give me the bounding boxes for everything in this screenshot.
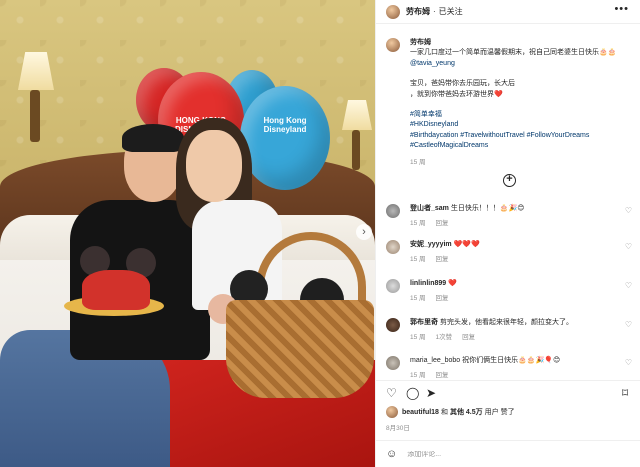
likes-suffix: 用户 赞了	[484, 409, 515, 416]
hashtag-link[interactable]: #TravelwithoutTravel	[460, 132, 524, 139]
chevron-right-icon[interactable]: ›	[356, 224, 372, 240]
avatar[interactable]	[386, 279, 400, 293]
post-caption: 劳布姆 一家几口度过一个简单而温馨假期末，祝自己同老婆生日快乐🎂🎂 @tavia…	[386, 38, 636, 168]
comment-text: 剪完头发，他看起来很年轻，颜拉变大了。	[439, 319, 573, 326]
comment-username[interactable]: maria_lee_bobo	[410, 357, 460, 364]
balloon-blue: Hong Kong Disneyland	[240, 86, 330, 190]
follow-status-button[interactable]: 已关注	[439, 6, 463, 17]
heart-icon[interactable]: ♡	[625, 358, 632, 367]
comment-item: 安妮_yyyyim ❤️❤️❤️ 15 周 回复 ♡	[386, 240, 636, 265]
comment-text: ❤️❤️❤️	[453, 241, 480, 248]
likes-and: 和	[440, 409, 448, 416]
hashtag-link[interactable]: #CastleofMagicalDreams	[410, 142, 488, 149]
caption-line1: 一家几口度过一个简单而温馨假期末，祝自己同老婆生日快乐🎂🎂	[410, 49, 617, 57]
heart-icon[interactable]: ♡	[625, 281, 632, 290]
likes-others[interactable]: 其他 4.5万	[450, 407, 483, 417]
comment-time: 15 周	[410, 334, 426, 341]
reply-button[interactable]: 回复	[436, 220, 449, 227]
comment-time: 15 周	[410, 220, 426, 227]
likes-summary: beautiful18 和 其他 4.5万 用户 赞了	[386, 406, 515, 418]
heart-icon[interactable]: ♡	[625, 320, 632, 329]
comment-time: 15 周	[410, 295, 426, 302]
mickey-cake	[82, 270, 150, 310]
reply-button[interactable]: 回复	[436, 295, 449, 302]
plus-circle-icon[interactable]: +	[503, 174, 516, 187]
post-side-panel: 劳布姆 · 已关注 ••• 劳布姆 一家几口度过一个简单而温馨假期末，祝自己同老…	[375, 0, 640, 467]
comment-time: 15 周	[410, 372, 426, 379]
comment-like-count[interactable]: 1次赞	[436, 334, 453, 341]
comment-text: ❤️	[448, 280, 457, 287]
caption-username[interactable]: 劳布姆	[410, 39, 431, 46]
heart-icon[interactable]: ♡	[386, 387, 397, 399]
reply-button[interactable]: 回复	[436, 256, 449, 263]
hashtag-link[interactable]: #HKDisneyland	[410, 121, 458, 128]
comment-item: linlinlin899 ❤️ 15 周 回复 ♡	[386, 279, 636, 304]
comment-item: 登山者_sam 生日快乐！！！🎂🎉😊 15 周 回复 ♡	[386, 204, 636, 229]
wall-lamp-left	[14, 52, 58, 142]
comment-time: 15 周	[410, 256, 426, 263]
comment-icon[interactable]: ◯	[406, 387, 419, 399]
comment-input[interactable]	[407, 450, 608, 458]
share-icon[interactable]: ➤	[426, 387, 436, 399]
caption-line3: ，就到你带爸妈去环游世界❤️	[410, 90, 503, 98]
bookmark-icon[interactable]: ⌑	[622, 387, 628, 399]
hashtag-link[interactable]: #Birthdaycation	[410, 132, 458, 139]
comment-item: 郭布里奇 剪完头发，他看起来很年轻，颜拉变大了。 15 周 1次赞 回复 ♡	[386, 318, 636, 343]
mention-link[interactable]: @tavia_yeung	[410, 60, 455, 67]
hashtag-link[interactable]: #简单幸福	[410, 111, 442, 118]
avatar[interactable]	[386, 38, 400, 52]
post-header: 劳布姆 · 已关注 •••	[376, 0, 640, 24]
smile-icon[interactable]: ☺	[386, 448, 397, 460]
comment-text: 祝你们俩生日快乐🎂🎂🎉🎈😊	[462, 357, 561, 364]
balloon-text-blue: Hong Kong Disneyland	[263, 116, 307, 134]
wall-lamp-right	[340, 100, 375, 170]
avatar[interactable]	[386, 4, 400, 19]
comment-username[interactable]: 郭布里奇	[410, 319, 438, 326]
comment-text: 生日快乐！！！🎂🎉😊	[450, 205, 525, 212]
more-horizontal-icon[interactable]: •••	[614, 3, 629, 15]
reply-button[interactable]: 回复	[462, 334, 475, 341]
comment-username[interactable]: 安妮_yyyyim	[410, 241, 452, 248]
avatar[interactable]	[386, 356, 400, 370]
separator-dot: ·	[433, 7, 436, 16]
comment-username[interactable]: linlinlin899	[410, 280, 446, 287]
gift-basket	[226, 300, 374, 398]
liker-username[interactable]: beautiful18	[402, 409, 439, 416]
caption-time: 15 周	[410, 158, 426, 166]
avatar[interactable]	[386, 318, 400, 332]
heart-icon[interactable]: ♡	[625, 242, 632, 251]
post-date: 8月30日	[386, 425, 410, 432]
action-bar: ♡ ◯ ➤ ⌑	[376, 380, 640, 400]
avatar[interactable]	[386, 204, 400, 218]
add-comment-bar: ☺	[376, 440, 640, 467]
header-username[interactable]: 劳布姆	[406, 6, 430, 17]
reply-button[interactable]: 回复	[436, 372, 449, 379]
avatar[interactable]	[386, 240, 400, 254]
comment-username[interactable]: 登山者_sam	[410, 205, 449, 212]
hashtag-link[interactable]: #FollowYourDreams	[527, 132, 590, 139]
heart-icon[interactable]: ♡	[625, 206, 632, 215]
comment-item: maria_lee_bobo 祝你们俩生日快乐🎂🎂🎉🎈😊 15 周 回复 ♡	[386, 356, 636, 381]
man-hair	[122, 124, 184, 152]
avatar[interactable]	[386, 406, 398, 418]
post-photo[interactable]: HONG KONG DISNEYLAND Hong Kong Disneylan…	[0, 0, 375, 467]
woman-face	[186, 130, 242, 202]
caption-line2: 宝贝，爸妈带你去乐园玩，长大后	[410, 80, 515, 88]
